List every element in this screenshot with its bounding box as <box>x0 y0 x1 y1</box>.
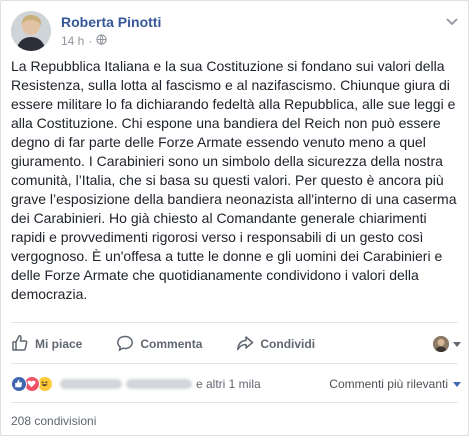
post-meta: 14 h · <box>61 34 107 48</box>
post-actions-bar: Mi piace Commenta Condividi <box>11 331 461 357</box>
globe-icon <box>96 34 107 48</box>
blurred-name <box>126 379 192 389</box>
post-as-selector[interactable] <box>433 335 461 353</box>
post-options-chevron-icon[interactable] <box>446 13 458 26</box>
reaction-icons[interactable] <box>11 376 53 392</box>
blurred-name <box>60 379 122 389</box>
viewer-avatar <box>433 336 449 352</box>
author-avatar[interactable] <box>11 11 51 51</box>
share-button-label: Condividi <box>260 337 316 351</box>
thumbs-up-icon <box>11 334 29 355</box>
post-body: La Repubblica Italiana e la sua Costituz… <box>11 58 457 302</box>
reactions-row: e altri 1 mila Commenti più rilevanti <box>11 373 461 395</box>
share-button[interactable]: Condividi <box>236 334 315 355</box>
like-button[interactable]: Mi piace <box>11 334 82 355</box>
comments-sort-label: Commenti più rilevanti <box>329 377 448 391</box>
like-icon <box>11 376 27 392</box>
like-button-label: Mi piace <box>35 337 83 351</box>
shares-divider <box>11 402 458 403</box>
post-header: Roberta Pinotti 14 h · <box>11 11 451 51</box>
caret-down-icon <box>453 335 461 353</box>
reactions-others-count: e altri 1 mila <box>196 377 261 391</box>
comment-button-label: Commenta <box>140 337 203 351</box>
caret-down-icon <box>453 377 461 391</box>
comment-button[interactable]: Commenta <box>116 334 202 355</box>
speech-bubble-icon <box>116 334 134 355</box>
meta-separator: · <box>88 34 93 48</box>
comments-sort-dropdown[interactable]: Commenti più rilevanti <box>329 377 461 391</box>
post-card: Roberta Pinotti 14 h · La Repubblica Ita… <box>0 0 469 436</box>
shares-count[interactable]: 208 condivisioni <box>11 414 96 428</box>
actions-bottom-divider <box>11 363 458 364</box>
reactor-names[interactable]: e altri 1 mila <box>60 377 261 391</box>
post-timestamp[interactable]: 14 h <box>61 34 84 48</box>
actions-top-divider <box>11 322 458 323</box>
author-name[interactable]: Roberta Pinotti <box>61 14 161 30</box>
share-arrow-icon <box>236 334 254 355</box>
